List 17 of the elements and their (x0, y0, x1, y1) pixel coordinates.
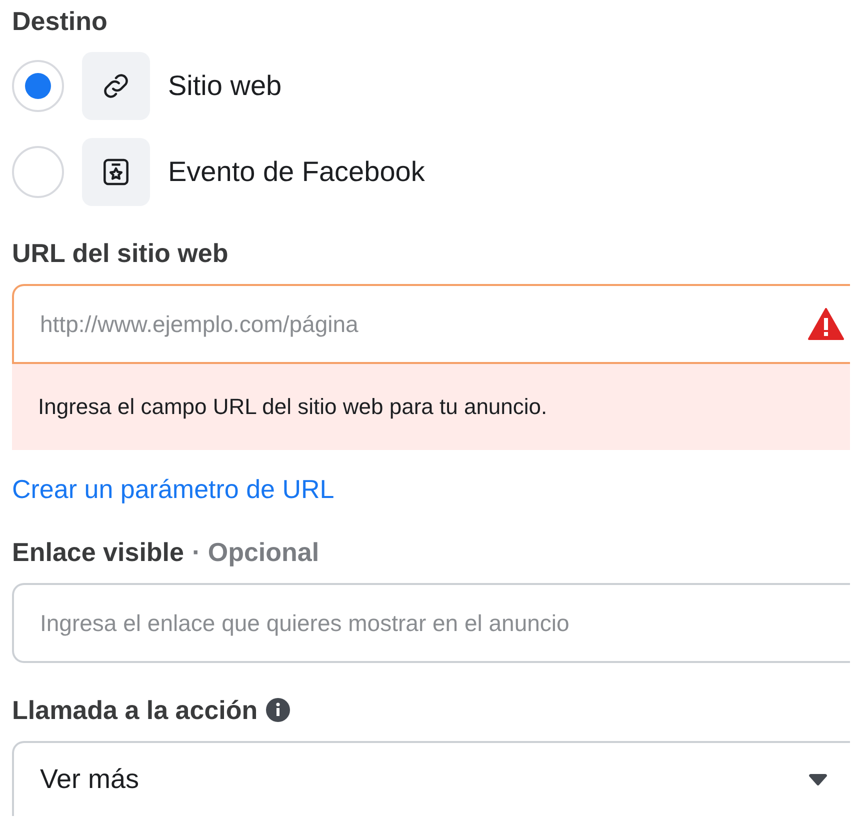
info-icon (266, 698, 290, 722)
call-to-action-dropdown[interactable]: Ver más (12, 741, 850, 816)
url-input-field[interactable]: http://www.ejemplo.com/página (12, 284, 850, 364)
url-parameter-link[interactable]: Crear un parámetro de URL (12, 474, 334, 505)
option-label: Sitio web (168, 70, 282, 102)
radio-button[interactable] (12, 60, 64, 112)
section-heading: Destino (12, 4, 108, 38)
field-label: Llamada a la acción (12, 694, 258, 726)
caret-icon (808, 774, 828, 786)
radio-button[interactable] (12, 146, 64, 198)
warning-icon (808, 308, 844, 340)
optional-label: · Opcional (192, 536, 320, 568)
option-label: Evento de Facebook (168, 156, 425, 188)
error-message: Ingresa el campo URL del sitio web para tu anuncio. (12, 364, 850, 450)
display-link-input-field[interactable]: Ingresa el enlace que quieres mostrar en el anuncio (12, 583, 850, 663)
field-label: Enlace visible (12, 536, 184, 568)
field-label: URL del sitio web (12, 236, 230, 270)
